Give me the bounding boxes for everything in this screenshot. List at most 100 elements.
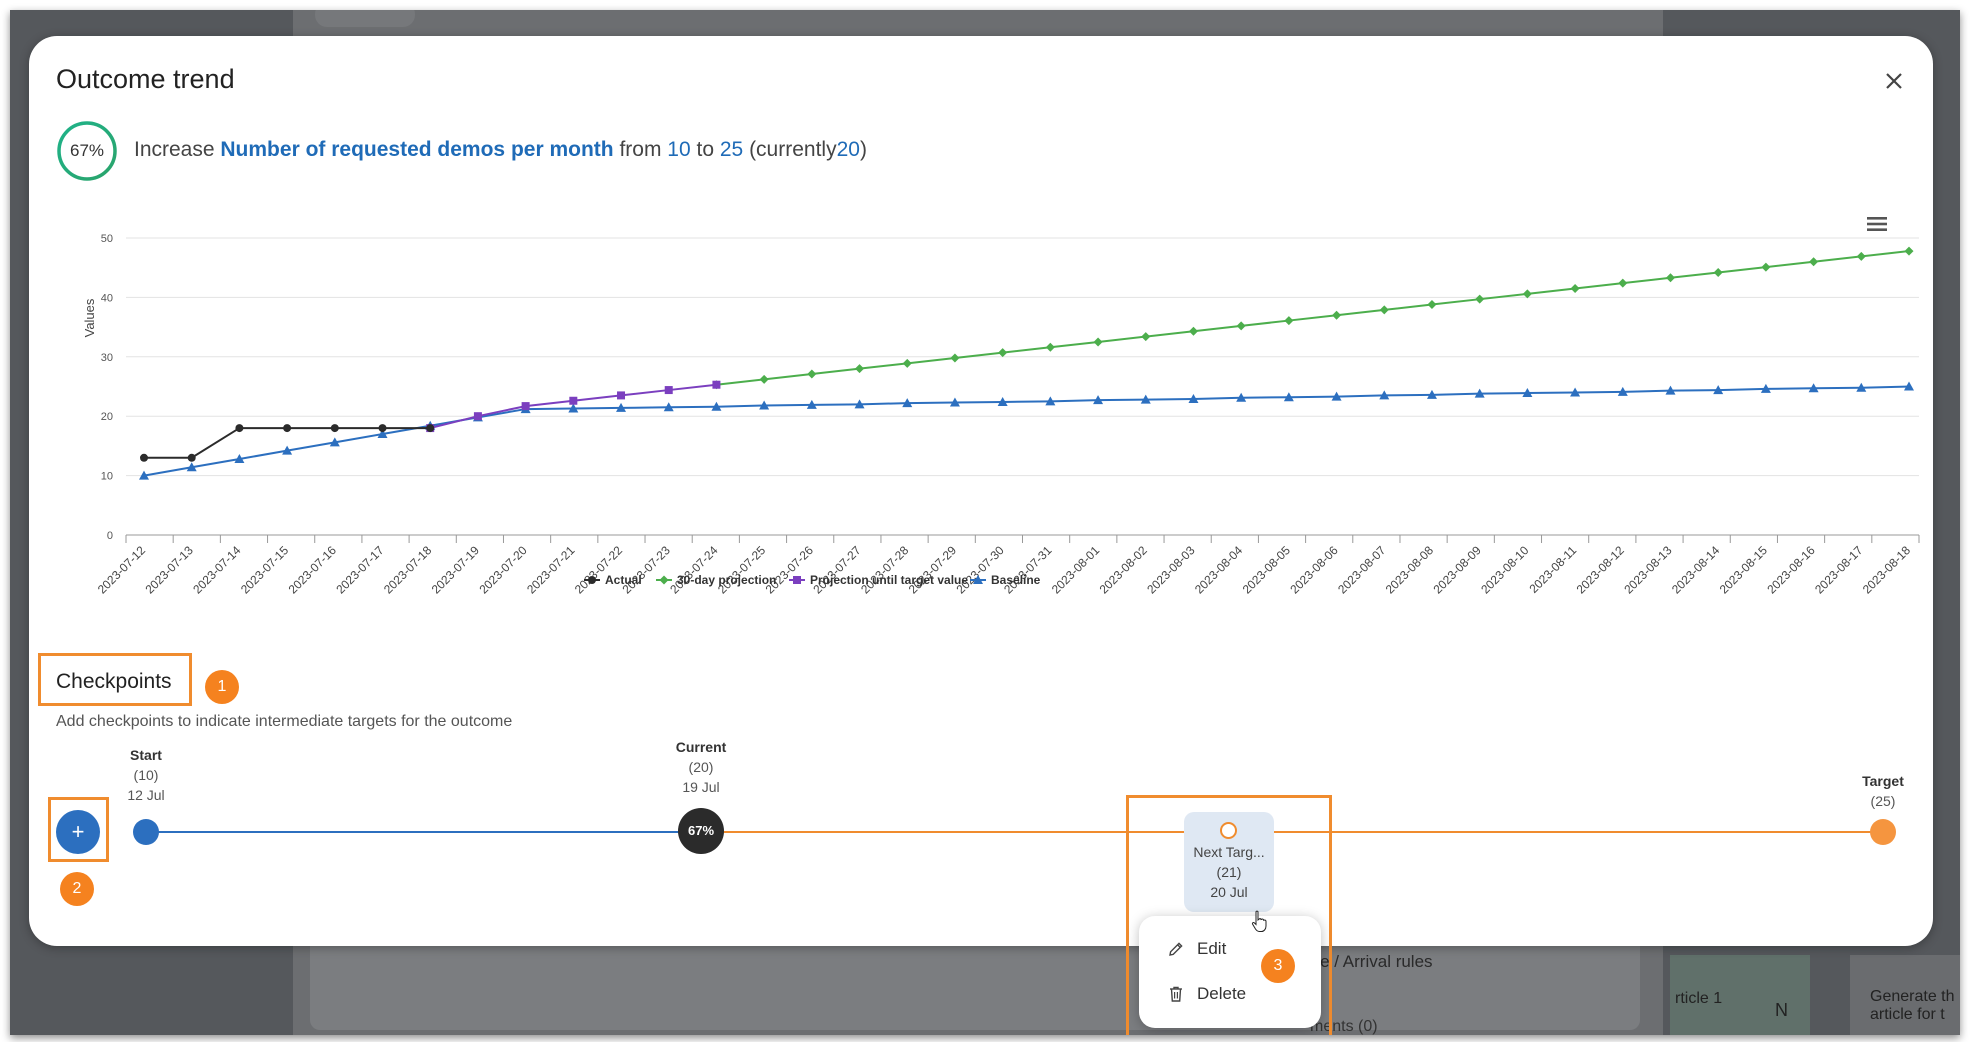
data-point-30-day-projection <box>1093 337 1103 347</box>
data-point-30-day-projection <box>1761 262 1771 272</box>
data-point-30-day-projection <box>807 369 817 379</box>
data-point-actual <box>235 424 244 433</box>
checkpoint-next-target-card[interactable]: Next Targ... (21) 20 Jul <box>1184 812 1274 912</box>
checkpoints-description: Add checkpoints to indicate intermediate… <box>56 713 513 730</box>
x-tick-label: 2023-08-09 <box>1430 543 1484 597</box>
x-tick-label: 2023-08-18 <box>1860 543 1914 597</box>
trash-icon <box>1170 986 1182 1002</box>
data-point-30-day-projection <box>1570 283 1580 293</box>
data-point-30-day-projection <box>1809 257 1819 267</box>
y-axis-label: Values <box>82 298 97 337</box>
x-tick-label: 2023-07-31 <box>1001 543 1055 597</box>
x-tick-label: 2023-08-07 <box>1335 543 1389 597</box>
data-point-30-day-projection <box>1904 246 1914 256</box>
y-tick-label: 50 <box>101 233 113 245</box>
add-checkpoint-button[interactable]: + <box>56 810 100 854</box>
x-tick-label: 2023-07-28 <box>858 543 912 597</box>
data-point-30-day-projection <box>1141 332 1151 342</box>
background-generate: Generate th article for t <box>1870 988 1955 1024</box>
checkpoint-next-target-date: 20 Jul <box>1210 884 1248 900</box>
data-point-projection-until-target-value <box>521 402 530 411</box>
x-tick-label: 2023-08-06 <box>1287 543 1341 597</box>
x-tick-label: 2023-08-04 <box>1192 543 1246 597</box>
x-tick-label: 2023-08-02 <box>1097 543 1151 597</box>
x-tick-label: 2023-08-03 <box>1144 543 1198 597</box>
series-line-30-day-projection <box>716 250 1910 386</box>
background-article: rticle 1 <box>1675 990 1723 1007</box>
legend-label-projection-until-target-value: Projection until target value <box>810 573 968 587</box>
delete-menu-item[interactable]: Delete <box>1167 981 1246 1007</box>
series-line-baseline <box>143 385 1910 477</box>
x-tick-label: 2023-08-05 <box>1240 543 1294 597</box>
data-point-30-day-projection <box>1284 316 1294 326</box>
data-point-30-day-projection <box>855 364 865 374</box>
x-tick-label: 2023-08-14 <box>1669 543 1723 597</box>
close-icon[interactable] <box>1879 66 1909 96</box>
data-point-30-day-projection <box>1045 342 1055 352</box>
progress-percent: 67% <box>69 141 105 160</box>
checkpoint-next-target-text: Next Targ... (21) 20 Jul <box>1184 842 1274 902</box>
data-point-30-day-projection <box>1379 305 1389 315</box>
data-point-30-day-projection <box>1188 326 1198 336</box>
data-point-actual <box>140 453 148 462</box>
x-tick-label: 2023-07-30 <box>953 543 1007 597</box>
data-point-actual <box>283 424 292 433</box>
data-point-actual <box>330 424 339 433</box>
y-tick-label: 0 <box>107 530 113 542</box>
checkpoint-next-target-node <box>1220 822 1237 839</box>
annotation-badge-1: 1 <box>205 670 239 704</box>
screenshot-frame: ure / Arrival rules rticle 1 N Generate … <box>10 10 1960 1035</box>
checkpoint-next-target-value: (21) <box>1216 864 1242 880</box>
edit-menu-item[interactable]: Edit <box>1167 936 1226 962</box>
checkpoint-current-date: 19 Jul <box>682 779 720 795</box>
data-point-30-day-projection <box>1713 267 1723 277</box>
x-tick-label: 2023-08-08 <box>1383 543 1437 597</box>
outcome-metric: Number of requested demos per month <box>220 138 614 161</box>
data-point-30-day-projection <box>1427 300 1437 310</box>
background-generate-line1: Generate th <box>1870 988 1955 1005</box>
x-tick-label: 2023-08-16 <box>1764 543 1818 597</box>
delete-label: Delete <box>1197 984 1247 1003</box>
x-tick-label: 2023-08-12 <box>1574 543 1628 597</box>
checkpoint-start-label: Start (10) 12 Jul <box>106 745 186 805</box>
data-point-30-day-projection <box>1618 278 1628 288</box>
data-point-actual <box>187 453 196 462</box>
x-tick-label: 2023-07-20 <box>476 543 530 597</box>
chart-menu-icon[interactable] <box>1866 214 1888 234</box>
background-generate-line2: article for t <box>1870 1006 1945 1023</box>
x-tick-label: 2023-07-24 <box>667 543 721 597</box>
x-tick-label: 2023-08-13 <box>1621 543 1675 597</box>
data-point-30-day-projection <box>759 374 769 384</box>
outcome-trend-chart: 01020304050Values2023-07-122023-07-13202… <box>82 233 1920 597</box>
x-tick-label: 2023-07-14 <box>190 543 244 597</box>
x-tick-label: 2023-07-29 <box>906 543 960 597</box>
x-tick-label: 2023-07-12 <box>95 543 149 597</box>
x-tick-label: 2023-07-26 <box>763 543 817 597</box>
data-point-actual <box>426 424 435 433</box>
checkpoint-context-menu: Edit Delete 3 <box>1139 916 1321 1028</box>
checkpoint-target-node[interactable] <box>1870 819 1896 845</box>
data-point-30-day-projection <box>1236 321 1246 331</box>
checkpoint-current-name: Current <box>675 739 727 755</box>
outcome-from-value: 10 <box>667 138 691 161</box>
modal-title: Outcome trend <box>56 64 235 94</box>
data-point-30-day-projection <box>998 348 1008 358</box>
x-tick-label: 2023-07-16 <box>286 543 340 597</box>
outcome-current-value: 20 <box>836 138 860 161</box>
x-tick-label: 2023-07-27 <box>810 543 864 597</box>
checkpoint-target-label: Target (25) <box>1843 771 1923 811</box>
x-tick-label: 2023-07-23 <box>620 543 674 597</box>
checkpoint-current-node: 67% <box>678 808 724 854</box>
legend-marker-projection-until-target-value <box>793 576 801 584</box>
checkpoint-start-node[interactable] <box>133 819 159 845</box>
checkpoints-title: Checkpoints <box>56 670 172 693</box>
legend-marker-actual <box>588 576 596 584</box>
y-tick-label: 10 <box>101 471 113 483</box>
timeline-progress-line <box>146 831 701 833</box>
background-chip <box>315 10 415 27</box>
x-tick-label: 2023-07-18 <box>381 543 435 597</box>
outcome-current-suffix: ) <box>859 138 867 161</box>
checkpoint-start-date: 12 Jul <box>127 787 165 803</box>
annotation-badge-2: 2 <box>60 872 94 906</box>
x-tick-label: 2023-07-17 <box>333 543 387 597</box>
